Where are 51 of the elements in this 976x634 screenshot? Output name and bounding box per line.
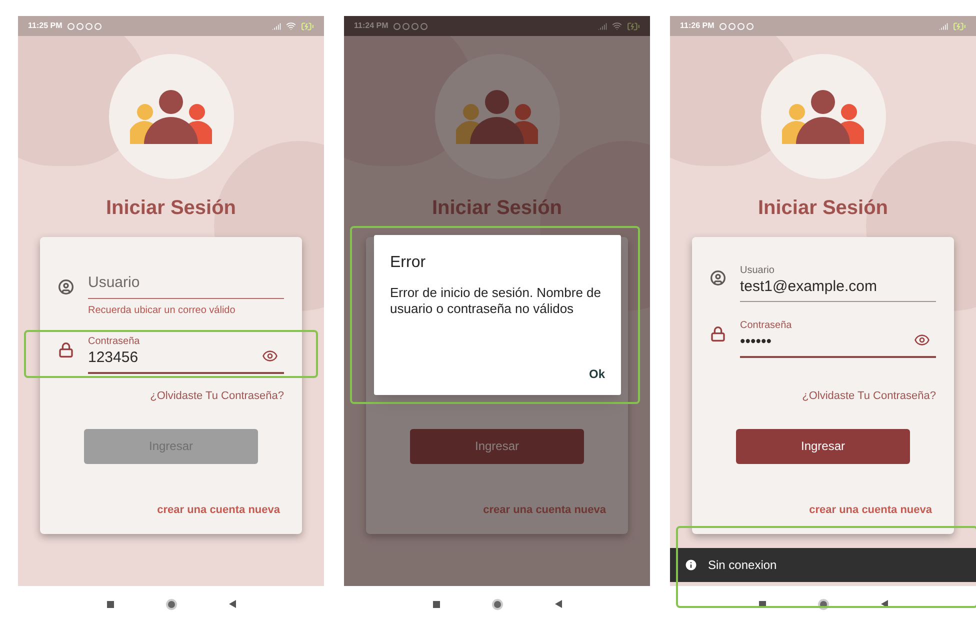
field-label: Contraseña (740, 318, 793, 333)
status-time: 11:25 PM (28, 20, 62, 32)
text-field[interactable]: Contraseña •••••• (740, 310, 936, 358)
status-time: 11:26 PM (680, 20, 714, 32)
user-icon (710, 270, 726, 286)
triangle-icon[interactable] (228, 600, 236, 608)
wifi-icon (612, 21, 622, 31)
field-value: test1@example.com (740, 278, 878, 297)
field-label: Usuario (740, 264, 776, 278)
eye-icon[interactable] (914, 332, 930, 348)
status-time: 11:24 PM (354, 20, 388, 32)
notification-icons (719, 22, 756, 30)
forgot-password-link[interactable]: ¿Olvidaste Tu Contraseña? (802, 388, 936, 404)
battery-icon (953, 20, 966, 32)
login-button[interactable]: Ingresar (410, 428, 584, 464)
notification-icons (67, 22, 104, 30)
page-title: Iniciar Sesión (432, 196, 562, 221)
text-field[interactable]: Contraseña 123456 (88, 326, 284, 374)
lock-icon (710, 326, 726, 342)
battery-icon (301, 20, 314, 32)
field-label: Contraseña (88, 335, 141, 349)
helper-text: Recuerda ubicar un correo válido (88, 304, 236, 318)
signal-icon (598, 22, 607, 30)
user-icon (58, 278, 74, 294)
signal-icon (272, 22, 281, 30)
dialog-message: Error de inicio de sesión. Nombre de usuario o contraseña no válidos (390, 285, 602, 317)
text-field[interactable]: Usuario (88, 255, 284, 299)
login-button[interactable]: Ingresar (736, 428, 910, 464)
field-placeholder: Usuario (88, 272, 141, 292)
forgot-password-link[interactable]: ¿Olvidaste Tu Contraseña? (150, 388, 284, 404)
wifi-icon (286, 21, 296, 31)
field-value: 123456 (88, 349, 140, 368)
battery-icon (627, 20, 640, 32)
signal-icon (939, 22, 948, 30)
page-title: Iniciar Sesión (758, 196, 888, 221)
triangle-icon[interactable] (554, 600, 562, 608)
create-account-link[interactable]: crear una cuenta nueva (809, 502, 932, 518)
snackbar-message: Sin conexion (708, 557, 777, 574)
eye-icon[interactable] (262, 348, 278, 364)
dialog-title: Error (390, 253, 427, 273)
text-field[interactable]: Usuario test1@example.com (740, 255, 936, 302)
triangle-icon[interactable] (880, 600, 888, 608)
lock-icon (58, 342, 74, 358)
create-account-link[interactable]: crear una cuenta nueva (157, 502, 280, 518)
ok-button[interactable]: Ok (588, 365, 605, 383)
notification-icons (393, 22, 430, 30)
info-icon (684, 558, 698, 572)
square-icon[interactable] (106, 600, 114, 608)
page-title: Iniciar Sesión (106, 196, 236, 221)
field-value: •••••• (740, 332, 773, 352)
square-icon[interactable] (432, 600, 440, 608)
